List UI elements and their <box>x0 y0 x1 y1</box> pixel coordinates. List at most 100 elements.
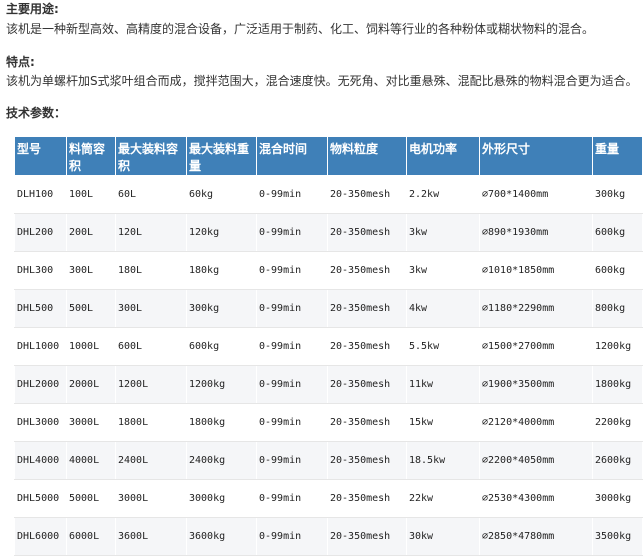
cell-weight: 1800kg <box>592 365 643 404</box>
header-barrel-volume: 料筒容积 <box>66 136 116 176</box>
cell-mix-time: 0-99min <box>256 289 328 328</box>
cell-dimensions: ∅2200*4050mm <box>479 441 593 480</box>
cell-weight: 3000kg <box>592 479 643 518</box>
table-row: DHL3000 3000L 1800L 1800kg 0-99min 20-350mesh… <box>14 403 643 442</box>
cell-dimensions: ∅1180*2290mm <box>479 289 593 328</box>
cell-particle-size: 20-350mesh <box>327 289 407 328</box>
cell-barrel-volume: 500L <box>66 289 116 328</box>
cell-max-load-weight: 60kg <box>186 175 257 214</box>
cell-barrel-volume: 200L <box>66 213 116 252</box>
header-weight: 重量 <box>592 136 643 176</box>
table-row: DLH100 100L 60L 60kg 0-99min 20-350mesh 2.2kw ∅… <box>14 175 643 214</box>
cell-motor-power: 5.5kw <box>406 327 480 366</box>
cell-mix-time: 0-99min <box>256 479 328 518</box>
cell-motor-power: 3kw <box>406 251 480 290</box>
cell-max-load-volume: 300L <box>115 289 187 328</box>
cell-max-load-weight: 1200kg <box>186 365 257 404</box>
header-model: 型号 <box>14 136 67 176</box>
usage-title: 主要用途: <box>6 2 59 16</box>
spec-table-header-row: 型号 料筒容积 最大装料容积 最大装料重量 混合时间 物料粒度 电机功率 外形尺… <box>14 136 643 176</box>
cell-mix-time: 0-99min <box>256 175 328 214</box>
cell-max-load-volume: 600L <box>115 327 187 366</box>
cell-barrel-volume: 6000L <box>66 517 116 556</box>
cell-max-load-volume: 3600L <box>115 517 187 556</box>
cell-particle-size: 20-350mesh <box>327 213 407 252</box>
cell-barrel-volume: 5000L <box>66 479 116 518</box>
table-row: DHL5000 5000L 3000L 3000kg 0-99min 20-350mesh… <box>14 479 643 518</box>
cell-mix-time: 0-99min <box>256 327 328 366</box>
cell-dimensions: ∅2120*4000mm <box>479 403 593 442</box>
cell-max-load-weight: 3600kg <box>186 517 257 556</box>
cell-mix-time: 0-99min <box>256 213 328 252</box>
cell-weight: 600kg <box>592 213 643 252</box>
cell-weight: 300kg <box>592 175 643 214</box>
cell-model: DHL300 <box>14 251 67 290</box>
cell-particle-size: 20-350mesh <box>327 479 407 518</box>
cell-max-load-volume: 60L <box>115 175 187 214</box>
cell-particle-size: 20-350mesh <box>327 365 407 404</box>
cell-mix-time: 0-99min <box>256 365 328 404</box>
cell-weight: 800kg <box>592 289 643 328</box>
cell-weight: 1200kg <box>592 327 643 366</box>
cell-dimensions: ∅2530*4300mm <box>479 479 593 518</box>
cell-max-load-weight: 180kg <box>186 251 257 290</box>
cell-max-load-weight: 1800kg <box>186 403 257 442</box>
cell-mix-time: 0-99min <box>256 403 328 442</box>
table-row: DHL6000 6000L 3600L 3600kg 0-99min 20-350mesh… <box>14 517 643 556</box>
specs-title: 技术参数： <box>6 106 67 120</box>
cell-model: DHL200 <box>14 213 67 252</box>
features-title: 特点: <box>6 55 35 69</box>
cell-model: DHL3000 <box>14 403 67 442</box>
cell-dimensions: ∅1500*2700mm <box>479 327 593 366</box>
cell-max-load-weight: 2400kg <box>186 441 257 480</box>
cell-motor-power: 18.5kw <box>406 441 480 480</box>
cell-max-load-volume: 180L <box>115 251 187 290</box>
table-row: DHL4000 4000L 2400L 2400kg 0-99min 20-350mesh… <box>14 441 643 480</box>
cell-max-load-volume: 2400L <box>115 441 187 480</box>
table-row: DHL300 300L 180L 180kg 0-99min 20-350mesh 3kw ∅… <box>14 251 643 290</box>
cell-model: DHL500 <box>14 289 67 328</box>
table-row: DHL1000 1000L 600L 600kg 0-99min 20-350mesh 5.… <box>14 327 643 366</box>
cell-max-load-volume: 3000L <box>115 479 187 518</box>
cell-motor-power: 30kw <box>406 517 480 556</box>
cell-dimensions: ∅1900*3500mm <box>479 365 593 404</box>
spec-table-body: DLH100 100L 60L 60kg 0-99min 20-350mesh 2.2kw ∅… <box>14 175 643 556</box>
cell-motor-power: 2.2kw <box>406 175 480 214</box>
cell-particle-size: 20-350mesh <box>327 403 407 442</box>
spec-table: 型号 料筒容积 最大装料容积 最大装料重量 混合时间 物料粒度 电机功率 外形尺… <box>14 136 643 556</box>
cell-max-load-volume: 120L <box>115 213 187 252</box>
table-row: DHL2000 2000L 1200L 1200kg 0-99min 20-350mesh… <box>14 365 643 404</box>
header-max-load-weight: 最大装料重量 <box>186 136 257 176</box>
cell-particle-size: 20-350mesh <box>327 251 407 290</box>
cell-mix-time: 0-99min <box>256 517 328 556</box>
cell-dimensions: ∅1010*1850mm <box>479 251 593 290</box>
cell-barrel-volume: 3000L <box>66 403 116 442</box>
cell-dimensions: ∅700*1400mm <box>479 175 593 214</box>
cell-max-load-weight: 3000kg <box>186 479 257 518</box>
header-mix-time: 混合时间 <box>256 136 328 176</box>
cell-max-load-volume: 1200L <box>115 365 187 404</box>
cell-particle-size: 20-350mesh <box>327 175 407 214</box>
cell-max-load-weight: 600kg <box>186 327 257 366</box>
cell-dimensions: ∅890*1930mm <box>479 213 593 252</box>
cell-barrel-volume: 100L <box>66 175 116 214</box>
usage-text: 该机是一种新型高效、高精度的混合设备，广泛适用于制药、化工、饲料等行业的各种粉体… <box>6 22 595 36</box>
cell-mix-time: 0-99min <box>256 251 328 290</box>
cell-motor-power: 11kw <box>406 365 480 404</box>
cell-max-load-volume: 1800L <box>115 403 187 442</box>
cell-barrel-volume: 1000L <box>66 327 116 366</box>
cell-motor-power: 22kw <box>406 479 480 518</box>
cell-model: DHL1000 <box>14 327 67 366</box>
cell-barrel-volume: 2000L <box>66 365 116 404</box>
table-row: DHL500 500L 300L 300kg 0-99min 20-350mesh 4kw ∅… <box>14 289 643 328</box>
cell-motor-power: 3kw <box>406 213 480 252</box>
header-motor-power: 电机功率 <box>406 136 480 176</box>
cell-motor-power: 4kw <box>406 289 480 328</box>
cell-particle-size: 20-350mesh <box>327 441 407 480</box>
cell-model: DLH100 <box>14 175 67 214</box>
table-row: DHL200 200L 120L 120kg 0-99min 20-350mesh 3kw ∅… <box>14 213 643 252</box>
cell-weight: 600kg <box>592 251 643 290</box>
header-max-load-volume: 最大装料容积 <box>115 136 187 176</box>
cell-model: DHL6000 <box>14 517 67 556</box>
cell-model: DHL2000 <box>14 365 67 404</box>
